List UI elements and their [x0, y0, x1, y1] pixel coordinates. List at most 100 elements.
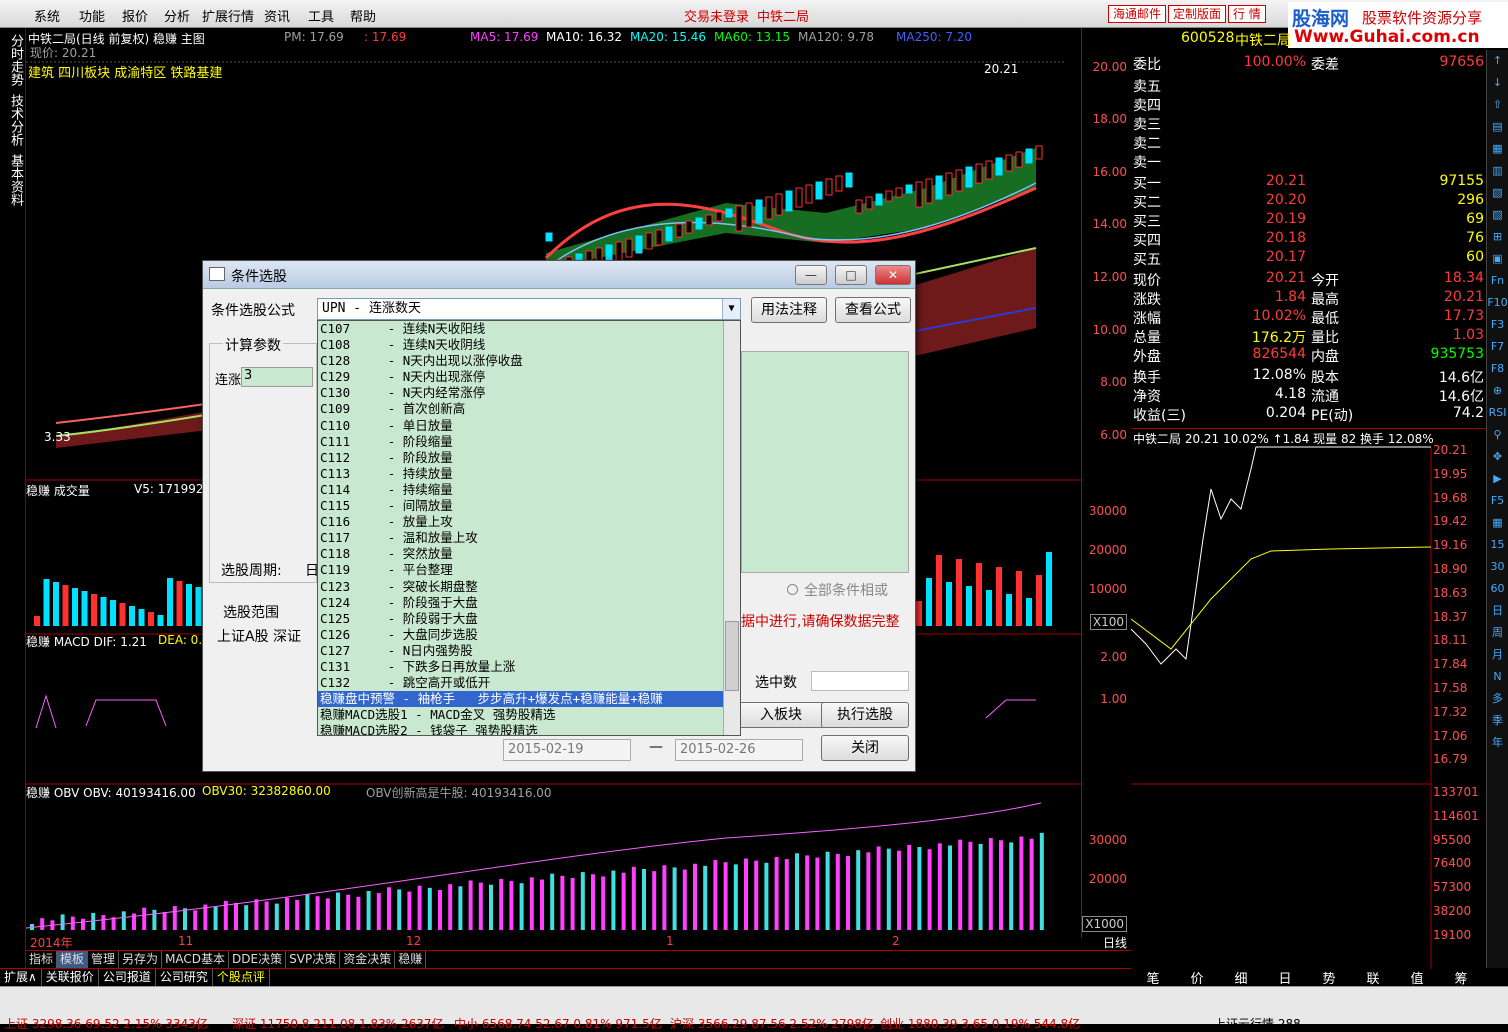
- view-formula-button[interactable]: 查看公式: [835, 297, 911, 323]
- formula-option[interactable]: C109 - 首次创新高: [318, 401, 740, 417]
- side-tool-icon[interactable]: 30: [1487, 556, 1508, 578]
- formula-option[interactable]: 稳赚MACD选股2 - 钱袋子 强势股精选: [318, 723, 740, 735]
- side-tool-icon[interactable]: F5: [1487, 490, 1508, 512]
- formula-option[interactable]: C108 - 连续N天收阴线: [318, 337, 740, 353]
- usage-button[interactable]: 用法注释: [751, 297, 827, 323]
- side-tool-icon[interactable]: 季: [1487, 710, 1508, 732]
- minimize-button[interactable]: —: [795, 265, 827, 285]
- formula-option[interactable]: C127 - N日内强势股: [318, 643, 740, 659]
- intraday-tab[interactable]: 联: [1351, 968, 1395, 987]
- side-tool-icon[interactable]: ↓: [1487, 72, 1508, 94]
- chevron-down-icon[interactable]: ▼: [722, 299, 740, 319]
- side-tool-icon[interactable]: 15: [1487, 534, 1508, 556]
- indicator-tab[interactable]: 另存为: [119, 951, 163, 968]
- side-tool-icon[interactable]: ▦: [1487, 512, 1508, 534]
- indicator-tab[interactable]: 模板: [57, 951, 89, 968]
- indicator-tab[interactable]: DDE决策: [229, 951, 287, 968]
- indicator-tab[interactable]: 指标: [26, 951, 58, 968]
- side-tool-icon[interactable]: N: [1487, 666, 1508, 688]
- close-button[interactable]: 关闭: [821, 735, 909, 761]
- param-value-input[interactable]: 3: [241, 367, 313, 387]
- intraday-tab[interactable]: 筹: [1439, 968, 1483, 987]
- menu-quote[interactable]: 报价: [122, 6, 148, 25]
- formula-option[interactable]: C131 - 下跌多日再放量上涨: [318, 659, 740, 675]
- side-tool-icon[interactable]: 周: [1487, 622, 1508, 644]
- maximize-button[interactable]: □: [835, 265, 867, 285]
- side-tool-icon[interactable]: ▣: [1487, 248, 1508, 270]
- intraday-chart[interactable]: 中铁二局 20.21 10.02% ↑1.84 现量 82 换手 12.08% …: [1131, 428, 1486, 969]
- side-tool-icon[interactable]: ▤: [1487, 116, 1508, 138]
- formula-option[interactable]: C129 - N天内出现涨停: [318, 369, 740, 385]
- side-tool-icon[interactable]: RSI: [1487, 402, 1508, 424]
- formula-option[interactable]: C116 - 放量上攻: [318, 514, 740, 530]
- side-tool-icon[interactable]: ▥: [1487, 160, 1508, 182]
- formula-option[interactable]: C115 - 间隔放量: [318, 498, 740, 514]
- side-tool-icon[interactable]: F10: [1487, 292, 1508, 314]
- intraday-tab[interactable]: 笔: [1131, 968, 1175, 987]
- side-tool-icon[interactable]: ⊕: [1487, 380, 1508, 402]
- info-tab[interactable]: 公司报道: [99, 969, 156, 986]
- side-tool-icon[interactable]: 年: [1487, 732, 1508, 754]
- formula-option[interactable]: C112 - 阶段放量: [318, 450, 740, 466]
- info-tab[interactable]: 关联报价: [42, 969, 99, 986]
- formula-option[interactable]: 稳赚MACD选股1 - MACD金叉 强势股精选: [318, 707, 740, 723]
- close-window-button[interactable]: ✕: [875, 265, 911, 285]
- intraday-tab[interactable]: 日: [1263, 968, 1307, 987]
- formula-option[interactable]: C130 - N天内经常涨停: [318, 385, 740, 401]
- side-tool-icon[interactable]: ▨: [1487, 204, 1508, 226]
- formula-select[interactable]: UPN - 连涨数天 ▼: [317, 298, 741, 320]
- layout-button[interactable]: 定制版面: [1168, 5, 1227, 23]
- range-value[interactable]: 上证A股 深证: [217, 626, 301, 646]
- formula-option[interactable]: C125 - 阶段弱于大盘: [318, 611, 740, 627]
- side-tool-icon[interactable]: ▦: [1487, 138, 1508, 160]
- menu-function[interactable]: 功能: [79, 6, 105, 25]
- date-from-input[interactable]: 2015-02-19: [503, 739, 631, 761]
- side-tool-icon[interactable]: ⊞: [1487, 226, 1508, 248]
- execute-button[interactable]: 执行选股: [821, 702, 909, 728]
- menu-news[interactable]: 资讯: [264, 6, 290, 25]
- side-tool-icon[interactable]: ↑: [1487, 50, 1508, 72]
- side-tool-icon[interactable]: ⇧: [1487, 94, 1508, 116]
- indicator-tab[interactable]: 稳赚: [395, 951, 427, 968]
- formula-option[interactable]: C126 - 大盘同步选股: [318, 627, 740, 643]
- formula-option[interactable]: C114 - 持续缩量: [318, 482, 740, 498]
- all-conditions-or[interactable]: 全部条件相或: [787, 580, 888, 600]
- intraday-tab[interactable]: 值: [1395, 968, 1439, 987]
- formula-dropdown-list[interactable]: C107 - 连续N天收阳线 C108 - 连续N天收阴线 C128 - N天内出现…: [317, 320, 741, 736]
- formula-option[interactable]: 稳赚盘中预警 - 袖枪手 步步高升+爆发点+稳赚能量+稳赚: [318, 691, 740, 708]
- dropdown-scrollbar[interactable]: [723, 321, 740, 735]
- menu-system[interactable]: 系统: [34, 6, 60, 25]
- side-tool-icon[interactable]: ▧: [1487, 182, 1508, 204]
- side-tool-icon[interactable]: 日: [1487, 600, 1508, 622]
- side-tool-icon[interactable]: F3: [1487, 314, 1508, 336]
- side-tool-icon[interactable]: ✥: [1487, 446, 1508, 468]
- tab-fundamental[interactable]: 基本资料: [6, 154, 25, 206]
- formula-option[interactable]: C113 - 持续放量: [318, 466, 740, 482]
- intraday-tab[interactable]: 细: [1219, 968, 1263, 987]
- side-tool-icon[interactable]: 60: [1487, 578, 1508, 600]
- indicator-tab[interactable]: 资金决策: [340, 951, 396, 968]
- tab-timeshare[interactable]: 分时走势: [6, 34, 25, 86]
- side-tool-icon[interactable]: F7: [1487, 336, 1508, 358]
- formula-option[interactable]: C123 - 突破长期盘整: [318, 579, 740, 595]
- side-tool-icon[interactable]: 月: [1487, 644, 1508, 666]
- indicator-tab[interactable]: 管理: [88, 951, 120, 968]
- side-tool-icon[interactable]: 多: [1487, 688, 1508, 710]
- intraday-tab[interactable]: 势: [1307, 968, 1351, 987]
- menu-ext-quote[interactable]: 扩展行情: [202, 6, 254, 25]
- side-tool-icon[interactable]: ▶: [1487, 468, 1508, 490]
- menu-analysis[interactable]: 分析: [164, 6, 190, 25]
- mail-button[interactable]: 海通邮件: [1108, 5, 1167, 23]
- scroll-thumb[interactable]: [725, 621, 739, 691]
- info-tab[interactable]: 个股点评: [213, 969, 270, 986]
- formula-option[interactable]: C132 - 跳空高开或低开: [318, 675, 740, 691]
- formula-option[interactable]: C110 - 单日放量: [318, 418, 740, 434]
- side-tool-icon[interactable]: Fn: [1487, 270, 1508, 292]
- side-tool-icon[interactable]: F8: [1487, 358, 1508, 380]
- side-tool-icon[interactable]: ⚲: [1487, 424, 1508, 446]
- formula-option[interactable]: C118 - 突然放量: [318, 546, 740, 562]
- quote-button[interactable]: 行 情: [1228, 5, 1266, 23]
- info-tab[interactable]: 扩展∧: [0, 969, 42, 986]
- formula-option[interactable]: C107 - 连续N天收阳线: [318, 321, 740, 337]
- add-to-block-button[interactable]: 入板块: [733, 702, 829, 728]
